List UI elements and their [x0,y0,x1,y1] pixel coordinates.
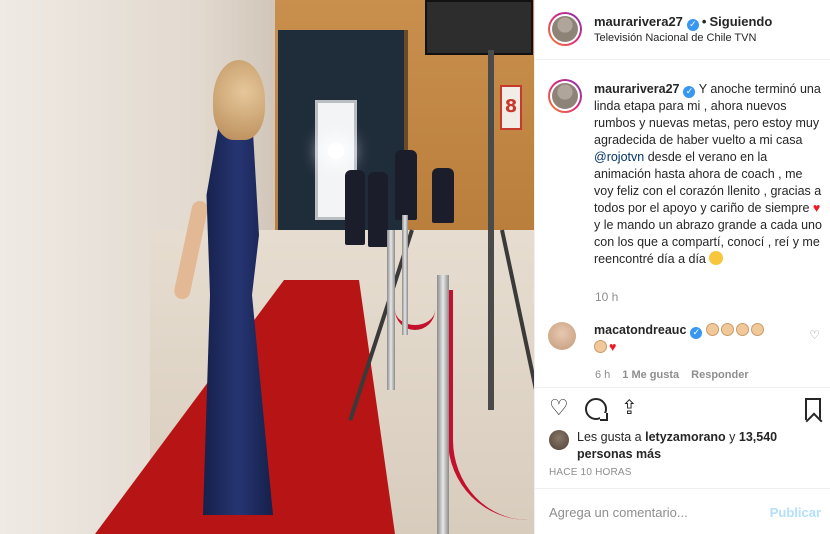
action-bar: ♡ ⇪ Les gusta a letyzamorano y 13,540 pe… [535,387,830,487]
save-icon[interactable] [805,398,821,420]
comment-text: macatondreauc ✓ ♥ [594,322,794,356]
likes-middle: y [725,430,739,444]
verified-icon: ✓ [683,86,696,98]
background-person [368,172,388,247]
post-side-panel: maurarivera27 ✓ • Siguiendo Televisión Naci… [534,0,830,534]
separator-dot: • [701,14,707,29]
caption-avatar[interactable] [548,79,582,113]
comment-icon[interactable] [585,398,608,421]
comment-meta: 6 h 1 Me gusta Responder [595,369,761,381]
woman-hair [213,60,265,140]
caption-time[interactable]: 10 h [595,290,618,304]
share-icon[interactable]: ⇪ [621,396,638,418]
blue-dress [203,115,273,515]
verified-icon: ✓ [690,327,703,339]
clap-emoji [720,323,734,336]
heart-emoji: ♥ [609,340,617,354]
small-heart-icon[interactable]: ♡ [809,328,820,342]
comment-likes[interactable]: 1 Me gusta [622,369,679,381]
liker-avatar[interactable] [549,430,569,450]
number-sign: 8 [500,85,522,130]
commenter-avatar[interactable] [548,322,576,350]
caption-text-part3: y le mando un abrazo grande a cada uno c… [594,218,822,266]
background-person [345,170,365,245]
publish-button[interactable]: Publicar [770,505,821,520]
author-username[interactable]: maurarivera27 [594,14,683,29]
post-header: maurarivera27 ✓ • Siguiendo Televisión Naci… [535,0,830,60]
comment-input[interactable] [549,501,759,523]
comment-time: 6 h [595,369,611,381]
clap-emoji [705,323,719,336]
following-button[interactable]: Siguiendo [709,14,772,29]
post-photo[interactable]: 8 [0,0,534,534]
header-user-line: maurarivera27 ✓ • Siguiendo [594,14,772,31]
stanchion-post [387,230,395,390]
caption-mention[interactable]: @rojotvn [594,150,644,164]
caption-username[interactable]: maurarivera27 [594,82,679,96]
background-person [432,168,454,223]
stanchion-post [437,275,449,534]
clap-emoji [735,323,749,336]
posted-ago[interactable]: HACE 10 HORAS [549,467,632,478]
post-location[interactable]: Televisión Nacional de Chile TVN [594,32,756,44]
likes-text: Les gusta a letyzamorano y 13,540 person… [577,429,817,463]
verified-icon: ✓ [686,19,699,31]
reply-button[interactable]: Responder [691,369,748,381]
likes-prefix: Les gusta a [577,430,646,444]
liker-username[interactable]: letyzamorano [645,430,726,444]
clap-emoji [750,323,764,336]
studio-lamp [425,0,533,55]
author-avatar[interactable] [548,12,582,46]
add-comment-bar: Publicar [535,488,830,534]
heart-emoji: ♥ [812,201,821,215]
velvet-rope [395,250,435,330]
clap-emoji [594,340,607,353]
woman-figure [172,60,280,530]
commenter-username[interactable]: macatondreauc [594,323,686,337]
heart-icon[interactable]: ♡ [549,398,569,420]
background-person [395,150,417,220]
caption-text: maurarivera27 ✓ Y anoche terminó una lind… [594,81,822,268]
stanchion-post [402,215,408,335]
face-emoji [709,251,724,265]
